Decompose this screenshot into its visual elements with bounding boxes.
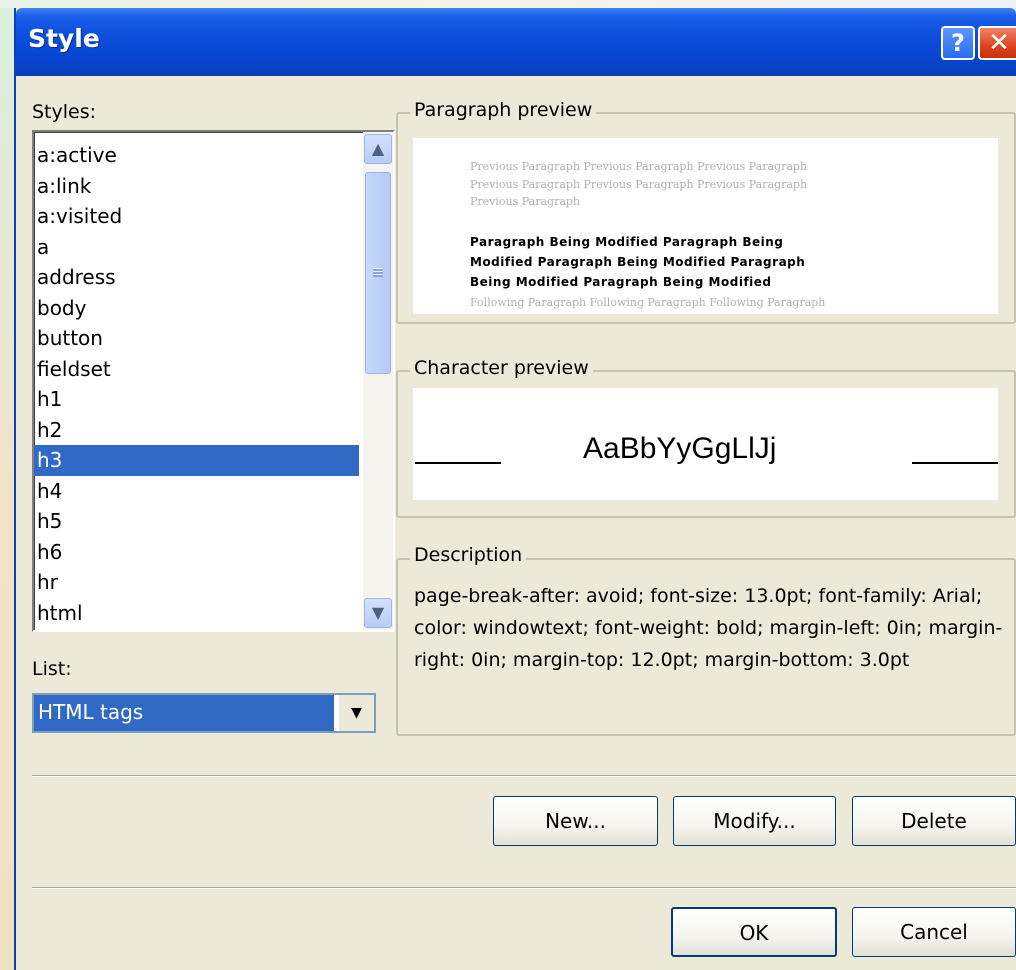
- desktop-background-top: [0, 0, 1016, 8]
- delete-button[interactable]: Delete: [852, 796, 1016, 846]
- character-sample: AaBbYyGgLlJj: [583, 432, 777, 465]
- style-list-item[interactable]: a:active: [34, 140, 359, 171]
- help-icon: ?: [951, 29, 965, 57]
- chevron-down-icon: ▼: [371, 603, 385, 622]
- style-list-item[interactable]: html: [34, 598, 359, 629]
- preview-baseline-left: [415, 462, 501, 464]
- style-list-item[interactable]: h2: [34, 415, 359, 446]
- window-title: Style: [28, 24, 100, 53]
- ok-button[interactable]: OK: [671, 907, 837, 957]
- paragraph-preview-title: Paragraph preview: [410, 99, 597, 121]
- preview-baseline-right: [912, 462, 998, 464]
- chevron-up-icon: ▲: [371, 139, 385, 158]
- previous-paragraph-line: Previous Paragraph: [470, 195, 581, 208]
- dropdown-arrow-icon: ▼: [351, 705, 362, 721]
- description-title: Description: [410, 544, 527, 566]
- style-list-item[interactable]: hr: [34, 567, 359, 598]
- previous-paragraph-line: Previous Paragraph Previous Paragraph Pr…: [470, 178, 808, 191]
- styles-list: a:active a:link a:visited a address body butto…: [34, 140, 359, 628]
- separator: [32, 775, 1016, 777]
- list-select-value: HTML tags: [34, 695, 334, 731]
- styles-scrollbar[interactable]: ▲ ▼: [363, 132, 393, 630]
- separator: [32, 887, 1016, 889]
- modify-button[interactable]: Modify...: [673, 796, 836, 846]
- style-list-item[interactable]: h1: [34, 384, 359, 415]
- previous-paragraph-line: Previous Paragraph Previous Paragraph Pr…: [470, 160, 808, 173]
- list-select[interactable]: HTML tags ▼: [32, 693, 376, 733]
- style-list-item[interactable]: h3: [34, 445, 359, 476]
- style-list-item[interactable]: fieldset: [34, 354, 359, 385]
- close-icon: ✕: [988, 28, 1010, 58]
- following-paragraph-line: Following Paragraph Following Paragraph …: [470, 296, 826, 309]
- style-list-item[interactable]: h5: [34, 506, 359, 537]
- style-list-item[interactable]: a:link: [34, 171, 359, 202]
- style-list-item[interactable]: h4: [34, 476, 359, 507]
- style-list-item[interactable]: button: [34, 323, 359, 354]
- character-preview-title: Character preview: [410, 357, 593, 379]
- grip-icon: [373, 268, 383, 277]
- modified-paragraph-line: Modified Paragraph Being Modified Paragr…: [470, 255, 806, 269]
- styles-label: Styles:: [32, 101, 97, 123]
- style-list-item[interactable]: body: [34, 293, 359, 324]
- new-button[interactable]: New...: [493, 796, 658, 846]
- style-list-item[interactable]: address: [34, 262, 359, 293]
- scrollbar-thumb[interactable]: [365, 172, 391, 374]
- modified-paragraph-line: Paragraph Being Modified Paragraph Being: [470, 235, 784, 249]
- scroll-up-button[interactable]: ▲: [364, 134, 392, 164]
- title-bar[interactable]: Style ? ✕: [16, 8, 1016, 76]
- description-text: page-break-after: avoid; font-size: 13.0…: [414, 585, 1003, 671]
- help-button[interactable]: ?: [941, 26, 975, 60]
- modified-paragraph-line: Being Modified Paragraph Being Modified: [470, 275, 772, 289]
- desktop-background-left: [0, 0, 14, 970]
- style-list-item[interactable]: h6: [34, 537, 359, 568]
- scroll-down-button[interactable]: ▼: [364, 598, 392, 628]
- dropdown-button[interactable]: ▼: [338, 695, 374, 731]
- cancel-button[interactable]: Cancel: [852, 907, 1016, 957]
- styles-listbox[interactable]: a:active a:link a:visited a address body butto…: [32, 130, 395, 632]
- style-list-item[interactable]: a: [34, 232, 359, 263]
- close-button[interactable]: ✕: [978, 26, 1016, 60]
- list-label: List:: [32, 658, 72, 680]
- style-list-item[interactable]: a:visited: [34, 201, 359, 232]
